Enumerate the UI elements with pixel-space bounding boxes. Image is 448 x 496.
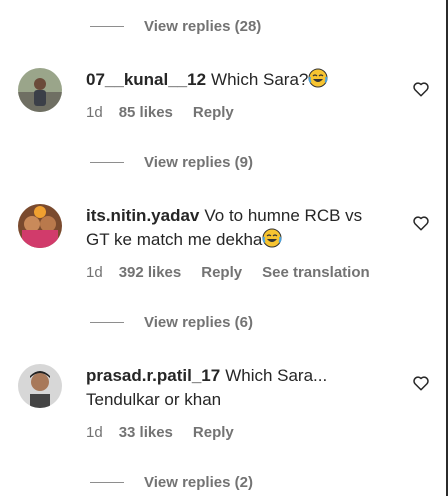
reply-button[interactable]: Reply [193,104,234,121]
view-replies-label: View replies (2) [144,473,253,491]
comment-item: 07__kunal__12 Which Sara? 1d 85 likes Rep… [18,68,438,128]
comment-meta: 1d 33 likes Reply [86,424,386,441]
comment-item: its.nitin.yadav Vo to humne RCB vs GT ke … [18,204,438,294]
view-replies-button[interactable]: View replies (6) [90,311,253,333]
view-replies-label: View replies (28) [144,17,262,35]
replies-divider [90,481,124,483]
comment-username[interactable]: its.nitin.yadav [86,206,199,225]
comment-message: Which Sara? [211,70,309,89]
view-replies-button[interactable]: View replies (9) [90,151,253,173]
comment-username[interactable]: prasad.r.patil_17 [86,366,220,385]
view-replies-label: View replies (6) [144,313,253,331]
avatar[interactable] [18,68,62,112]
replies-divider [90,321,124,323]
replies-divider [90,25,124,27]
comment-meta: 1d 85 likes Reply [86,104,386,121]
comment-text: 07__kunal__12 Which Sara? [86,68,386,92]
comment-text: its.nitin.yadav Vo to humne RCB vs GT ke … [86,204,386,252]
likes-count[interactable]: 392 likes [119,264,182,281]
view-replies-button[interactable]: View replies (28) [90,15,261,37]
view-replies-button[interactable]: View replies (2) [90,471,253,493]
reply-button[interactable]: Reply [201,264,242,281]
comment-item: prasad.r.patil_17 Which Sara... Tendulkar… [18,364,438,454]
comment-age: 1d [86,424,103,441]
likes-count[interactable]: 33 likes [119,424,173,441]
heart-outline-icon[interactable] [412,80,430,98]
face-with-tears-of-joy-icon [262,228,282,248]
likes-count[interactable]: 85 likes [119,104,173,121]
replies-divider [90,161,124,163]
reply-button[interactable]: Reply [193,424,234,441]
heart-outline-icon[interactable] [412,214,430,232]
heart-outline-icon[interactable] [412,374,430,392]
comment-text: prasad.r.patil_17 Which Sara... Tendulkar… [86,364,386,412]
avatar[interactable] [18,364,62,408]
comment-age: 1d [86,264,103,281]
comment-age: 1d [86,104,103,121]
comment-meta: 1d 392 likes Reply See translation [86,264,386,281]
see-translation-button[interactable]: See translation [262,264,370,281]
comment-username[interactable]: 07__kunal__12 [86,70,206,89]
view-replies-label: View replies (9) [144,153,253,171]
face-with-tears-of-joy-icon [308,68,328,88]
avatar[interactable] [18,204,62,248]
